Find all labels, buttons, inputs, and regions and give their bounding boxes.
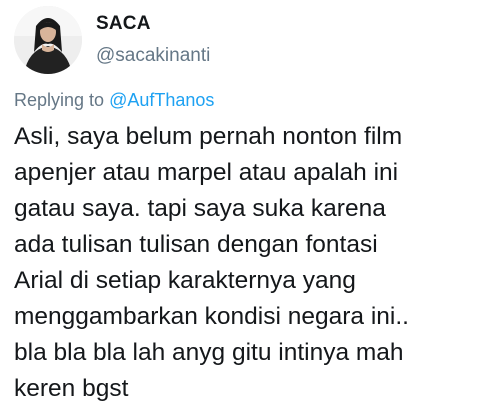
display-name[interactable]: SACA [96,13,210,35]
replying-to: Replying to @AufThanos [14,90,214,111]
user-handle[interactable]: @sacakinanti [96,45,210,67]
avatar[interactable] [14,6,82,74]
reply-mention-link[interactable]: @AufThanos [109,90,214,110]
profile-photo-icon [14,6,82,74]
author-names: SACA @sacakinanti [96,13,210,67]
replying-to-label: Replying to [14,90,110,110]
tweet-text: Asli, saya belum pernah nonton film apen… [14,123,409,402]
tweet-header: SACA @sacakinanti [14,4,210,76]
tweet: SACA @sacakinanti Replying to @AufThanos… [0,0,500,405]
